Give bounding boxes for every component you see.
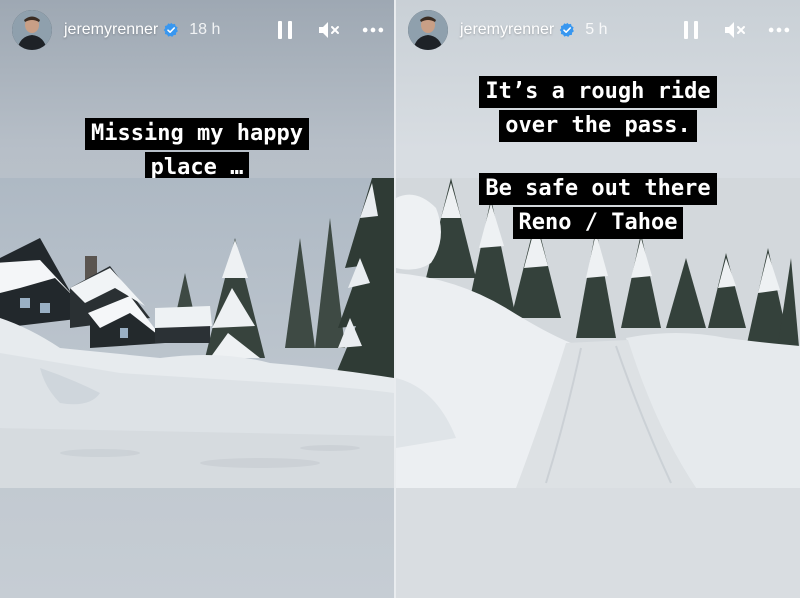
username[interactable]: jeremyrenner xyxy=(460,21,554,39)
caption-line: Reno / Tahoe xyxy=(512,207,684,239)
story-caption: Missing my happy place … xyxy=(0,117,394,185)
pause-button[interactable] xyxy=(680,19,702,41)
mute-button[interactable] xyxy=(318,19,340,41)
story-header: jeremyrenner 18 h xyxy=(12,8,384,52)
stories-viewer: jeremyrenner 18 h Missing my happy place… xyxy=(0,0,800,598)
caption-line: over the pass. xyxy=(499,110,697,142)
pause-button[interactable] xyxy=(274,19,296,41)
story-header: jeremyrenner 5 h xyxy=(408,8,790,52)
more-options-icon xyxy=(362,27,384,33)
pause-icon xyxy=(278,21,292,39)
profile-avatar[interactable] xyxy=(12,10,52,50)
story-panel-1[interactable]: jeremyrenner 18 h Missing my happy place… xyxy=(0,0,394,598)
more-options-icon xyxy=(768,27,790,33)
story-controls xyxy=(680,19,790,41)
caption-line: It’s a rough ride xyxy=(479,76,717,108)
verified-badge-icon xyxy=(164,22,179,37)
more-options-button[interactable] xyxy=(768,19,790,41)
story-controls xyxy=(274,19,384,41)
more-options-button[interactable] xyxy=(362,19,384,41)
muted-speaker-icon xyxy=(319,22,339,38)
profile-avatar[interactable] xyxy=(408,10,448,50)
story-photo xyxy=(0,178,394,488)
caption-line: Missing my happy xyxy=(85,118,309,150)
story-panel-2[interactable]: jeremyrenner 5 h It’s a rough ride over … xyxy=(396,0,800,598)
username[interactable]: jeremyrenner xyxy=(64,21,158,39)
post-time: 18 h xyxy=(189,21,221,38)
story-caption: It’s a rough ride over the pass. xyxy=(396,75,800,143)
story-caption: Be safe out there Reno / Tahoe xyxy=(396,172,800,240)
caption-line: Be safe out there xyxy=(479,173,717,205)
pause-icon xyxy=(684,21,698,39)
verified-badge-icon xyxy=(560,22,575,37)
mute-button[interactable] xyxy=(724,19,746,41)
post-time: 5 h xyxy=(585,21,608,38)
muted-speaker-icon xyxy=(725,22,745,38)
